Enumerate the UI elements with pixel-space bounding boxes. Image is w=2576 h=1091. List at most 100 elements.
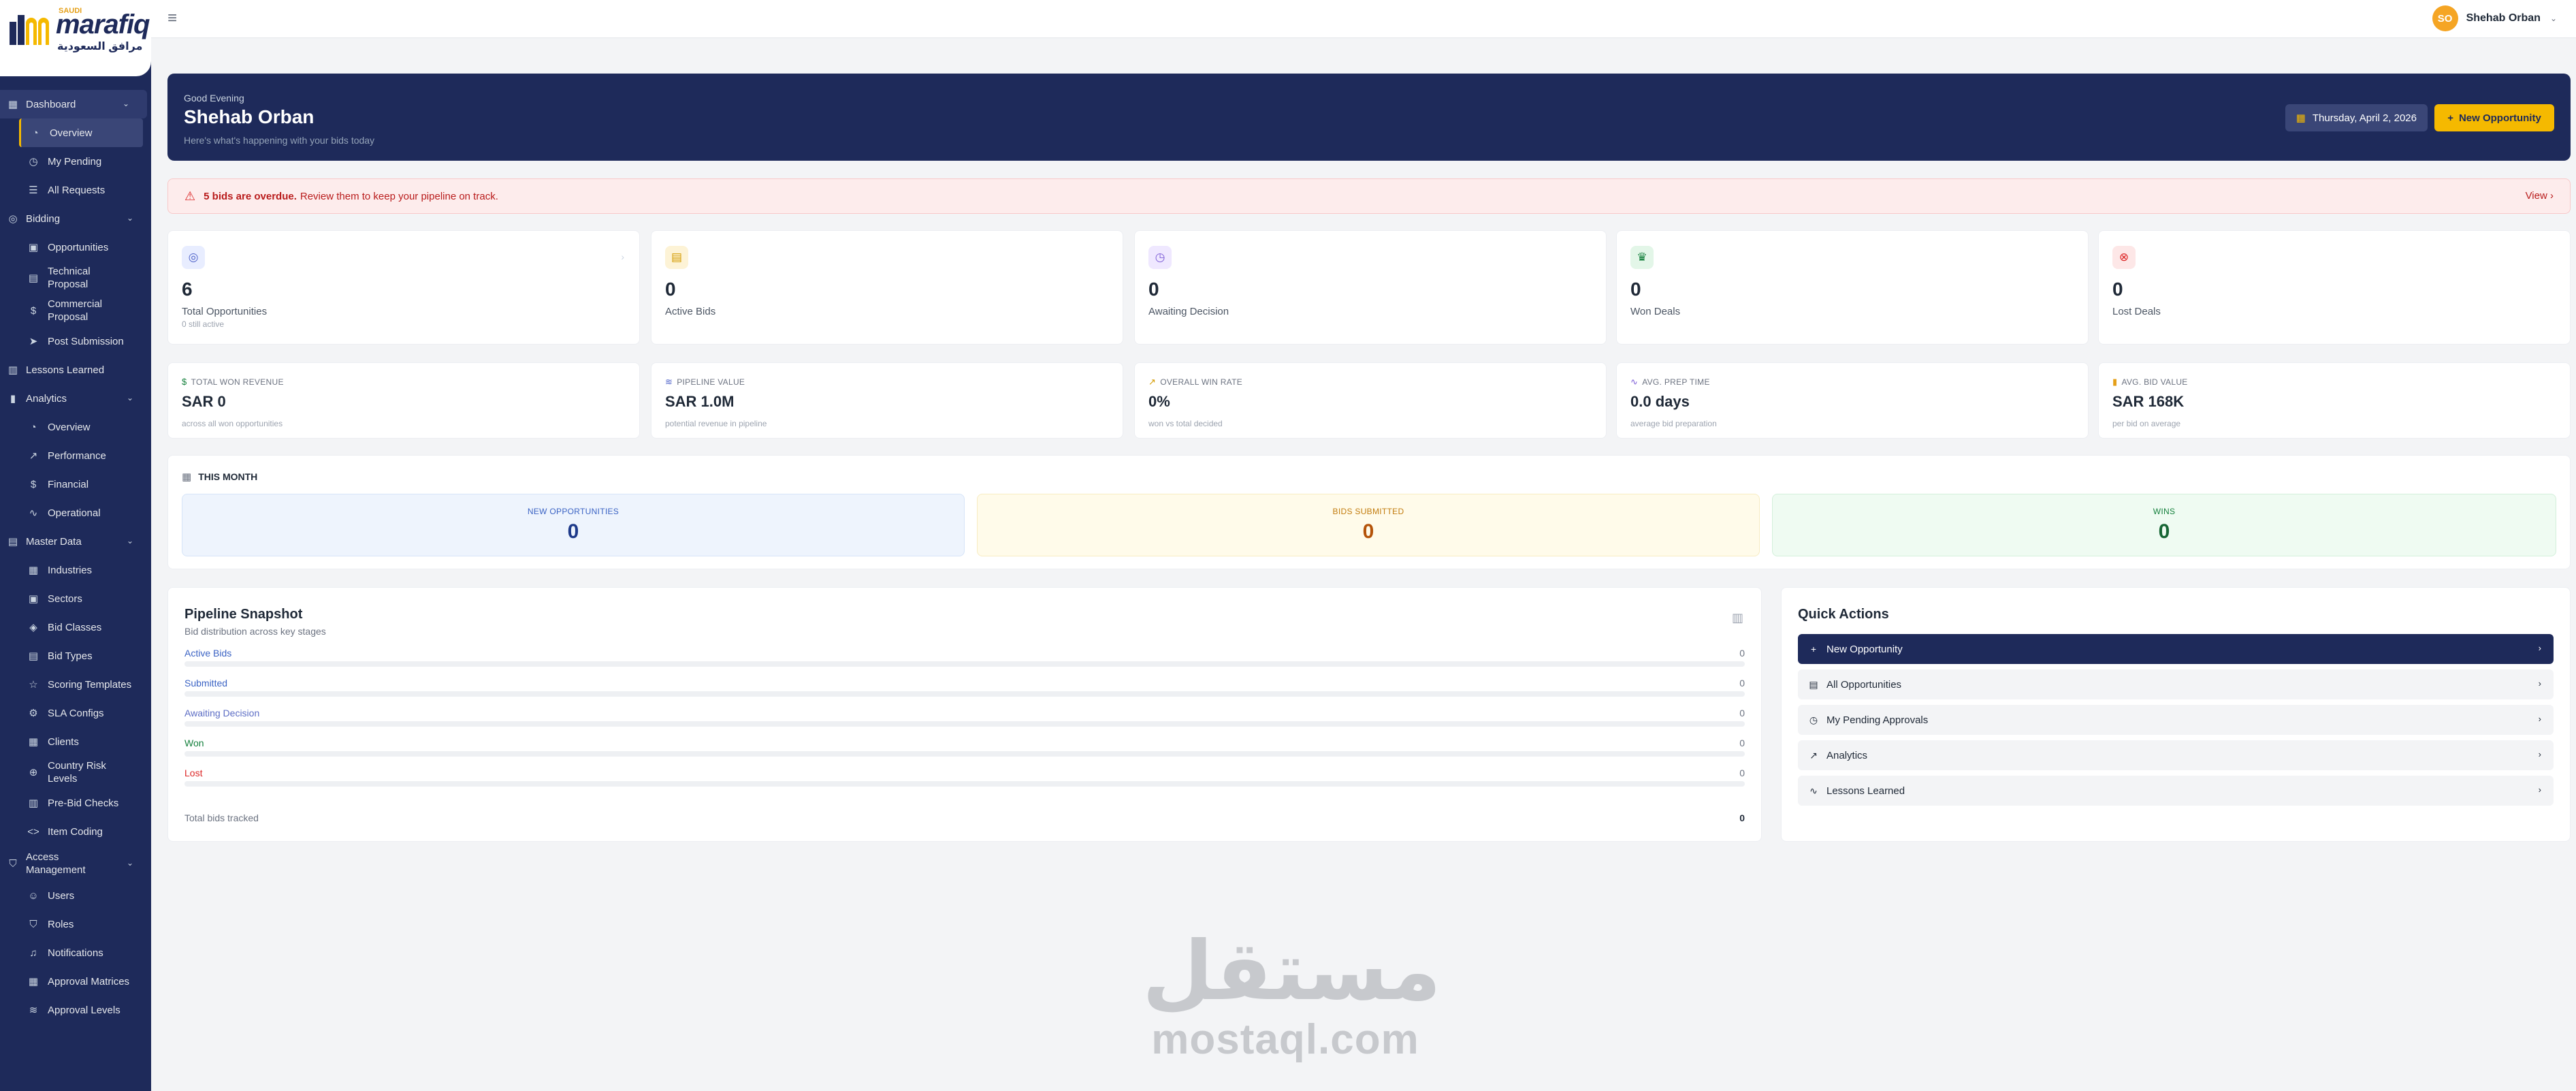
chevron-right-icon: › <box>621 251 624 262</box>
database-icon: ▤ <box>7 536 18 548</box>
chevron-right-icon: › <box>2538 643 2541 653</box>
quick-action-new-opportunity[interactable]: + New Opportunity › <box>1798 634 2554 664</box>
activity-icon: ∿ <box>1809 785 1818 796</box>
sidebar-item-label: Approval Levels <box>48 1004 120 1016</box>
sidebar-item-clients[interactable]: ▦ Clients <box>0 727 151 756</box>
sidebar-item-sla-configs[interactable]: ⚙ SLA Configs <box>0 699 151 727</box>
grid-icon: ▦ <box>28 975 39 987</box>
quick-action-analytics[interactable]: ↗ Analytics › <box>1798 740 2554 770</box>
pipeline-row-submitted[interactable]: Submitted 0 <box>184 678 1745 705</box>
document-icon: ▤ <box>28 272 39 284</box>
metric-sub: per bid on average <box>2112 419 2181 428</box>
sidebar-item-scoring-templates[interactable]: ☆ Scoring Templates <box>0 670 151 699</box>
sidebar-group-access-management[interactable]: ⛉ Access Management ⌄ <box>0 846 151 881</box>
sidebar-item-all-requests[interactable]: ☰ All Requests <box>0 176 151 204</box>
sidebar-group-lessons-learned[interactable]: ▥ Lessons Learned <box>0 355 151 384</box>
stat-label: Lost Deals <box>2112 306 2161 317</box>
sidebar-item-opportunities[interactable]: ▣ Opportunities <box>0 233 151 262</box>
chevron-down-icon: ⌄ <box>122 99 129 108</box>
shield-icon: ⛉ <box>9 857 17 870</box>
sidebar-item-label: Financial <box>48 478 89 490</box>
sidebar-item-financial[interactable]: $ Financial <box>0 470 151 499</box>
stat-card-total-opportunities[interactable]: ◎ › 6 Total Opportunities 0 still active <box>167 230 640 345</box>
sidebar-item-label: SLA Configs <box>48 707 104 719</box>
pie-chart-icon: ◔ <box>30 421 37 433</box>
sidebar-item-roles[interactable]: ⛉ Roles <box>0 910 151 938</box>
sidebar-item-bid-types[interactable]: ▤ Bid Types <box>0 642 151 670</box>
date-text: Thursday, April 2, 2026 <box>2312 112 2417 124</box>
target-icon: ◎ <box>8 213 18 225</box>
stat-card-won-deals[interactable]: ♛ 0 Won Deals <box>1616 230 2089 345</box>
sidebar-item-bid-classes[interactable]: ◈ Bid Classes <box>0 613 151 642</box>
metric-card-avg-prep-time: ∿ AVG. PREP TIME 0.0 days average bid pre… <box>1616 362 2089 439</box>
quick-actions-panel: Quick Actions + New Opportunity › ▤ All … <box>1781 587 2571 842</box>
metric-label-text: AVG. PREP TIME <box>1642 377 1710 387</box>
sidebar-item-users[interactable]: ☺ Users <box>0 881 151 910</box>
sidebar-group-analytics[interactable]: ▮ Analytics ⌄ <box>0 384 151 413</box>
star-icon: ☆ <box>29 678 38 691</box>
quick-action-lessons-learned[interactable]: ∿ Lessons Learned › <box>1798 776 2554 806</box>
sidebar-item-operational[interactable]: ∿ Operational <box>0 499 151 527</box>
pipeline-title: Pipeline Snapshot <box>184 607 303 622</box>
metric-label-text: TOTAL WON REVENUE <box>191 377 284 387</box>
new-opportunity-button[interactable]: + New Opportunity <box>2434 104 2554 131</box>
watermark-arabic: مستقل <box>1142 924 1441 1019</box>
sidebar-item-technical-proposal[interactable]: ▤ Technical Proposal <box>0 262 151 294</box>
stat-label: Awaiting Decision <box>1148 306 1229 317</box>
metric-value: SAR 1.0M <box>665 393 735 410</box>
stat-card-active-bids[interactable]: ▤ 0 Active Bids <box>651 230 1123 345</box>
trending-up-icon: ↗ <box>1809 749 1818 761</box>
user-menu[interactable]: SO Shehab Orban ⌄ <box>2432 5 2557 31</box>
sidebar-item-label: Sectors <box>48 592 82 605</box>
sidebar-item-notifications[interactable]: ♫ Notifications <box>0 938 151 967</box>
sidebar-item-country-risk-levels[interactable]: ⊕ Country Risk Levels <box>0 756 151 789</box>
document-icon: ▤ <box>28 650 39 662</box>
pipeline-row-active-bids[interactable]: Active Bids 0 <box>184 648 1745 675</box>
bar-chart-icon[interactable]: ▥ <box>1732 611 1743 625</box>
sidebar-item-approval-levels[interactable]: ≋ Approval Levels <box>0 996 151 1024</box>
layers-icon: ≋ <box>665 377 673 387</box>
menu-icon[interactable]: ≡ <box>167 9 177 28</box>
stat-card-awaiting-decision[interactable]: ◷ 0 Awaiting Decision <box>1134 230 1607 345</box>
sidebar-item-analytics-overview[interactable]: ◔ Overview <box>0 413 151 441</box>
alert-view-link[interactable]: View › <box>2526 190 2554 202</box>
sidebar-item-pre-bid-checks[interactable]: ▥ Pre-Bid Checks <box>0 789 151 817</box>
greeting: Good Evening <box>184 93 244 104</box>
calendar-icon: ▦ <box>182 471 192 483</box>
sidebar-item-label: Performance <box>48 449 106 462</box>
sidebar-group-dashboard[interactable]: ▦ Dashboard ⌄ <box>0 90 147 118</box>
pipeline-row-lost[interactable]: Lost 0 <box>184 768 1745 795</box>
sidebar-item-approval-matrices[interactable]: ▦ Approval Matrices <box>0 967 151 996</box>
stat-value: 0 <box>1148 279 1159 300</box>
activity-icon: ∿ <box>29 507 38 519</box>
sidebar-item-item-coding[interactable]: <> Item Coding <box>0 817 151 846</box>
quick-action-my-pending-approvals[interactable]: ◷ My Pending Approvals › <box>1798 705 2554 735</box>
sidebar-group-bidding[interactable]: ◎ Bidding ⌄ <box>0 204 151 233</box>
layers-icon: ≋ <box>29 1004 38 1016</box>
sidebar-item-performance[interactable]: ↗ Performance <box>0 441 151 470</box>
sidebar-group-master-data[interactable]: ▤ Master Data ⌄ <box>0 527 151 556</box>
pipeline-row-awaiting-decision[interactable]: Awaiting Decision 0 <box>184 708 1745 735</box>
shield-icon: ⛉ <box>29 918 37 930</box>
avatar: SO <box>2432 5 2458 31</box>
stage-name: Awaiting Decision <box>184 708 260 718</box>
sidebar-item-overview[interactable]: ◔ Overview <box>19 118 143 147</box>
sidebar-item-commercial-proposal[interactable]: $ Commercial Proposal <box>0 294 151 327</box>
sidebar-item-sectors[interactable]: ▣ Sectors <box>0 584 151 613</box>
this-month-new-opportunities: NEW OPPORTUNITIES 0 <box>182 494 965 556</box>
sidebar-item-my-pending[interactable]: ◷ My Pending <box>0 147 151 176</box>
stat-card-lost-deals[interactable]: ⊗ 0 Lost Deals <box>2098 230 2571 345</box>
metric-label: ≋ PIPELINE VALUE <box>665 377 745 388</box>
brand-logo[interactable]: SAUDI marafiq مرافق السعودية <box>0 0 151 76</box>
clock-icon: ◷ <box>1809 714 1818 725</box>
quick-action-label: All Opportunities <box>1826 678 1902 691</box>
sidebar-item-post-submission[interactable]: ➤ Post Submission <box>0 327 151 355</box>
stat-label: Total Opportunities <box>182 306 268 317</box>
sidebar-item-label: Clients <box>48 736 79 748</box>
sidebar-item-industries[interactable]: ▦ Industries <box>0 556 151 584</box>
quick-action-all-opportunities[interactable]: ▤ All Opportunities › <box>1798 669 2554 699</box>
document-icon: ▤ <box>1809 678 1818 690</box>
globe-icon: ⊕ <box>29 766 38 778</box>
pipeline-row-won[interactable]: Won 0 <box>184 738 1745 765</box>
stage-name: Lost <box>184 768 203 778</box>
